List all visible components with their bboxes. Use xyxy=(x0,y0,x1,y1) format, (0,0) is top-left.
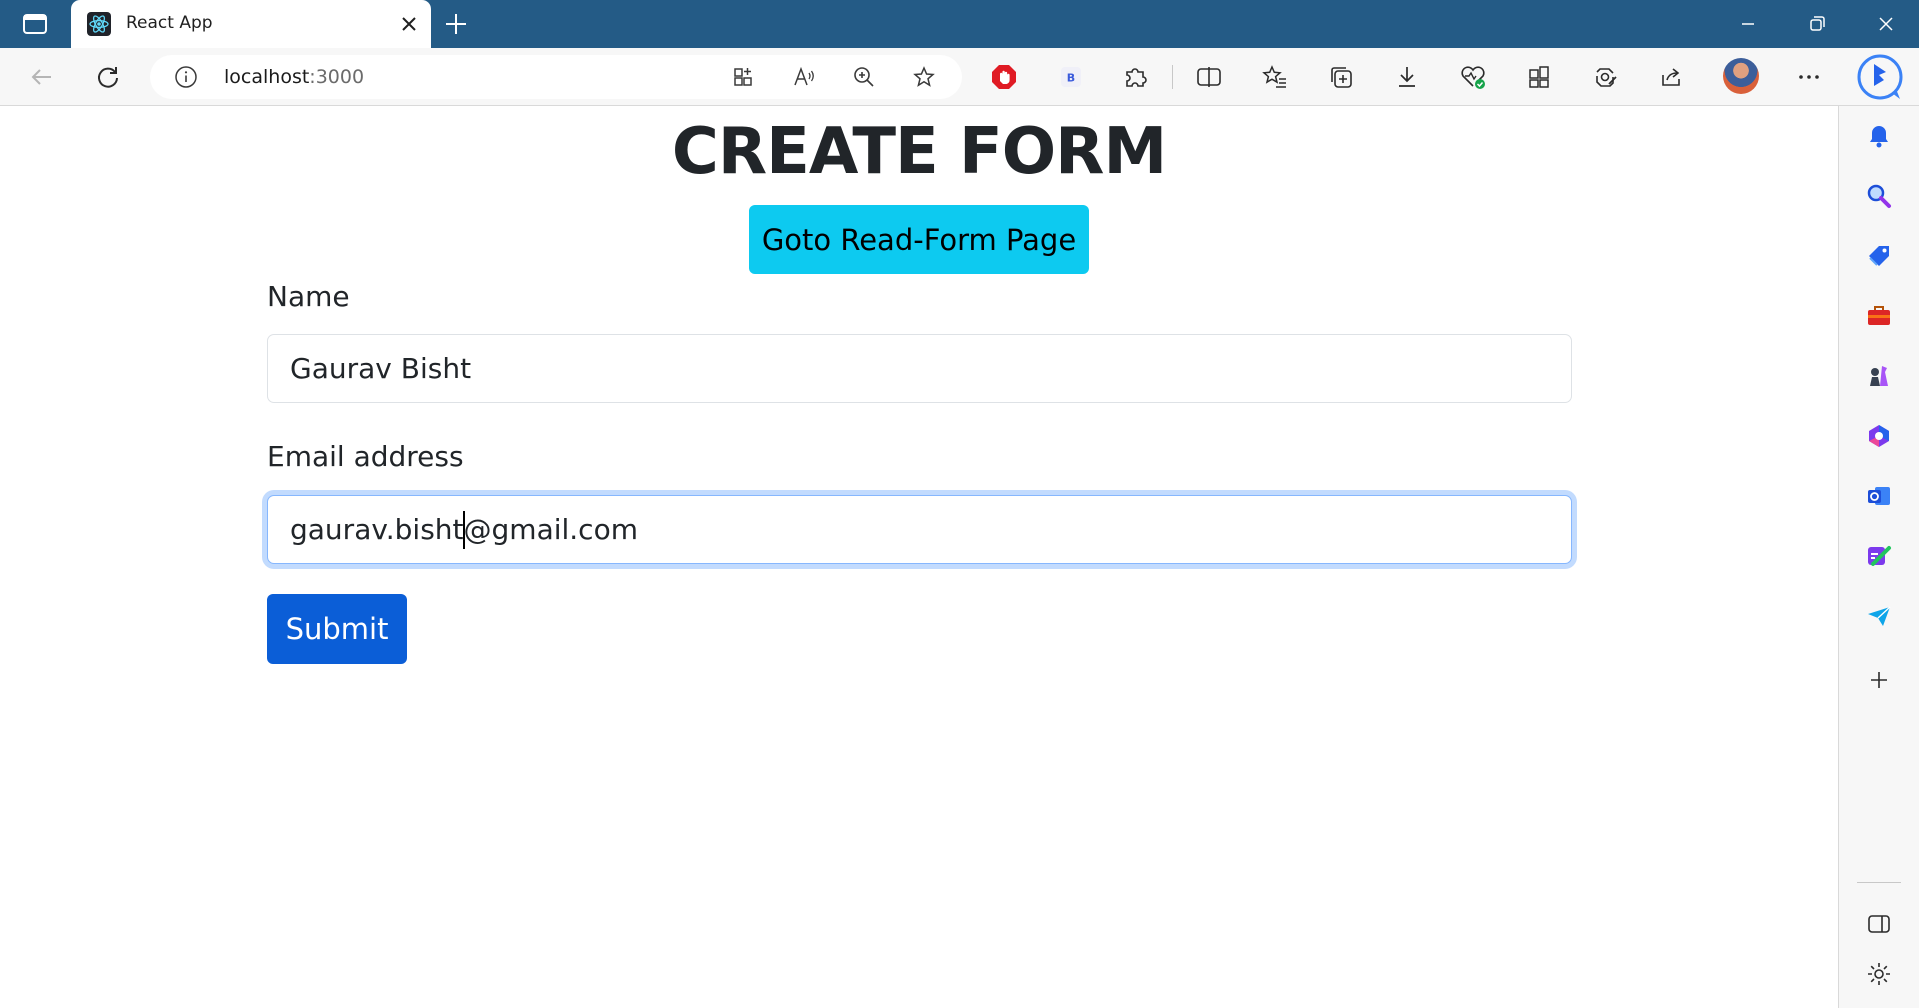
browser-essentials-icon[interactable] xyxy=(1459,63,1487,91)
downloads-icon[interactable] xyxy=(1393,63,1421,91)
svg-text:B: B xyxy=(1067,72,1075,85)
adblock-icon[interactable] xyxy=(990,63,1018,91)
tab-title: React App xyxy=(126,13,213,33)
telegram-send-icon[interactable] xyxy=(1865,602,1893,630)
workspaces-icon[interactable] xyxy=(1525,63,1553,91)
extensions-puzzle-icon[interactable] xyxy=(1122,63,1150,91)
shopping-tag-icon[interactable] xyxy=(1865,242,1893,270)
toolbar-divider xyxy=(1172,65,1173,89)
screenshot-icon[interactable] xyxy=(1591,63,1619,91)
sidebar-separator xyxy=(1857,882,1901,883)
outlook-icon[interactable] xyxy=(1865,482,1893,510)
favorites-icon[interactable] xyxy=(1261,63,1289,91)
read-aloud-icon[interactable] xyxy=(792,65,816,89)
refresh-icon[interactable] xyxy=(94,63,122,91)
url-text[interactable]: localhost:3000 xyxy=(224,66,364,88)
settings-gear-icon[interactable] xyxy=(1865,960,1893,988)
browser-toolbar: localhost:3000 B xyxy=(0,48,1919,106)
more-menu-icon[interactable] xyxy=(1795,63,1823,91)
name-input-value: Gaurav Bisht xyxy=(290,352,472,385)
search-magnifier-icon[interactable] xyxy=(1865,182,1893,210)
bing-copilot-icon[interactable] xyxy=(1856,53,1904,101)
split-screen-icon[interactable] xyxy=(1195,63,1223,91)
email-input-value-end: @gmail.com xyxy=(463,513,638,546)
email-input[interactable]: gaurav.bisht @gmail.com xyxy=(267,495,1572,564)
email-label: Email address xyxy=(267,440,464,473)
extension-b-icon[interactable]: B xyxy=(1057,63,1085,91)
collections-icon[interactable] xyxy=(1327,63,1355,91)
favorite-star-icon[interactable] xyxy=(912,65,936,89)
name-label: Name xyxy=(267,280,350,313)
page-content: CREATE FORM Goto Read-Form Page Name Gau… xyxy=(0,107,1838,1008)
restore-icon[interactable] xyxy=(1805,12,1829,36)
zoom-icon[interactable] xyxy=(852,65,876,89)
browser-window: React App localhost:3000 B CREATE FORM G… xyxy=(0,0,1919,1008)
goto-read-form-button[interactable]: Goto Read-Form Page xyxy=(749,205,1089,274)
sidebar-toggle-icon[interactable] xyxy=(1865,910,1893,938)
title-bar: React App xyxy=(0,0,1919,48)
submit-button[interactable]: Submit xyxy=(267,594,407,664)
app-available-icon[interactable] xyxy=(732,65,756,89)
share-icon[interactable] xyxy=(1657,63,1685,91)
tab-actions-icon[interactable] xyxy=(22,12,48,36)
edge-sidebar xyxy=(1838,106,1919,1008)
email-input-value-start: gaurav.bisht xyxy=(290,513,464,546)
name-input[interactable]: Gaurav Bisht xyxy=(267,334,1572,403)
back-arrow-icon[interactable] xyxy=(28,63,56,91)
active-tab[interactable]: React App xyxy=(71,0,431,48)
new-tab-icon[interactable] xyxy=(443,11,469,37)
add-icon[interactable] xyxy=(1865,666,1893,694)
page-title: CREATE FORM xyxy=(671,115,1167,189)
office-icon[interactable] xyxy=(1865,422,1893,450)
designer-icon[interactable] xyxy=(1865,542,1893,570)
close-window-icon[interactable] xyxy=(1874,12,1898,36)
notifications-bell-icon[interactable] xyxy=(1865,122,1893,150)
games-chess-icon[interactable] xyxy=(1865,362,1893,390)
react-favicon-icon xyxy=(87,12,111,36)
tools-briefcase-icon[interactable] xyxy=(1865,302,1893,330)
site-info-icon[interactable] xyxy=(174,65,198,89)
minimize-icon[interactable] xyxy=(1736,12,1760,36)
close-tab-icon[interactable] xyxy=(397,12,421,36)
profile-avatar[interactable] xyxy=(1723,58,1759,94)
address-bar[interactable]: localhost:3000 xyxy=(150,55,962,99)
